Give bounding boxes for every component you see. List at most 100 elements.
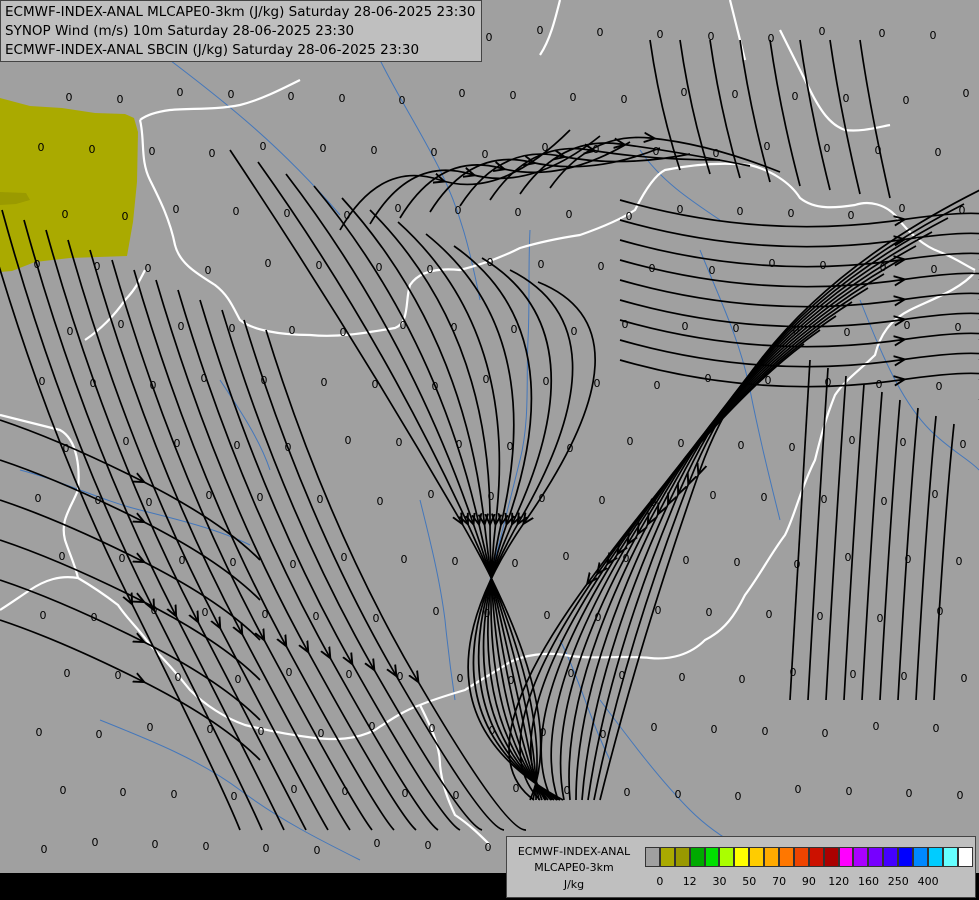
sbcin-value: 0 [453, 789, 460, 802]
sbcin-value: 0 [152, 838, 159, 851]
sbcin-value: 0 [94, 260, 101, 273]
sbcin-value: 0 [257, 491, 264, 504]
sbcin-value: 0 [683, 554, 690, 567]
sbcin-value: 0 [313, 610, 320, 623]
sbcin-value: 0 [234, 439, 241, 452]
sbcin-value: 0 [877, 612, 884, 625]
sbcin-value: 0 [681, 86, 688, 99]
sbcin-value: 0 [203, 840, 210, 853]
sbcin-value: 0 [824, 142, 831, 155]
sbcin-value: 0 [89, 143, 96, 156]
sbcin-value: 0 [372, 378, 379, 391]
sbcin-value: 0 [118, 318, 125, 331]
sbcin-value: 0 [732, 88, 739, 101]
sbcin-value: 0 [205, 264, 212, 277]
sbcin-value: 0 [903, 94, 910, 107]
sbcin-value: 0 [735, 790, 742, 803]
sbcin-value: 0 [734, 556, 741, 569]
sbcin-value: 0 [371, 144, 378, 157]
sbcin-value: 0 [369, 720, 376, 733]
sbcin-value: 0 [761, 491, 768, 504]
sbcin-value: 0 [876, 378, 883, 391]
sbcin-value: 0 [655, 604, 662, 617]
sbcin-value: 0 [738, 439, 745, 452]
sbcin-value: 0 [621, 93, 628, 106]
title-line-2: SYNOP Wind (m/s) 10m Saturday 28-06-2025… [5, 23, 355, 39]
sbcin-value: 0 [482, 148, 489, 161]
title-line-1: ECMWF-INDEX-ANAL MLCAPE0-3km (J/kg) Satu… [5, 4, 476, 20]
sbcin-value: 0 [34, 258, 41, 271]
sbcin-value: 0 [229, 322, 236, 335]
sbcin-value: 0 [598, 260, 605, 273]
legend-swatch [838, 847, 854, 867]
legend-swatch [808, 847, 824, 867]
title-line-3: ECMWF-INDEX-ANAL SBCIN (J/kg) Saturday 2… [5, 42, 420, 58]
sbcin-value: 0 [762, 725, 769, 738]
sbcin-value: 0 [178, 320, 185, 333]
legend-tick-label: 400 [917, 875, 939, 888]
sbcin-value: 0 [122, 210, 129, 223]
sbcin-value: 0 [320, 142, 327, 155]
sbcin-value: 0 [427, 263, 434, 276]
sbcin-value: 0 [289, 324, 296, 337]
sbcin-value: 0 [540, 726, 547, 739]
sbcin-value: 0 [733, 322, 740, 335]
sbcin-value: 0 [119, 552, 126, 565]
sbcin-value: 0 [538, 258, 545, 271]
sbcin-value: 0 [956, 555, 963, 568]
legend-swatch [823, 847, 839, 867]
sbcin-value: 0 [679, 671, 686, 684]
sbcin-value: 0 [486, 31, 493, 44]
legend-tick-label: 90 [801, 875, 816, 888]
sbcin-value: 0 [374, 837, 381, 850]
legend-swatch [674, 847, 690, 867]
sbcin-value: 0 [258, 725, 265, 738]
sbcin-value: 0 [793, 324, 800, 337]
sbcin-value: 0 [171, 788, 178, 801]
sbcin-value: 0 [825, 376, 832, 389]
sbcin-value: 0 [202, 606, 209, 619]
sbcin-value: 0 [875, 144, 882, 157]
sbcin-value: 0 [706, 606, 713, 619]
sbcin-value: 0 [429, 722, 436, 735]
sbcin-value: 0 [40, 609, 47, 622]
sbcin-value: 0 [457, 672, 464, 685]
sbcin-value: 0 [678, 437, 685, 450]
sbcin-value: 0 [316, 259, 323, 272]
sbcin-value: 0 [570, 91, 577, 104]
sbcin-value: 0 [594, 377, 601, 390]
sbcin-value: 0 [456, 438, 463, 451]
sbcin-value: 0 [396, 436, 403, 449]
sbcin-value: 0 [593, 143, 600, 156]
sbcin-value: 0 [849, 434, 856, 447]
sbcin-value: 0 [850, 668, 857, 681]
sbcin-value: 0 [151, 604, 158, 617]
legend-swatch [689, 847, 705, 867]
sbcin-value: 0 [451, 321, 458, 334]
sbcin-value: 0 [459, 87, 466, 100]
sbcin-value: 0 [544, 609, 551, 622]
sbcin-value: 0 [931, 263, 938, 276]
sbcin-value: 0 [64, 667, 71, 680]
sbcin-value: 0 [228, 88, 235, 101]
sbcin-value: 0 [768, 32, 775, 45]
sbcin-value: 0 [566, 208, 573, 221]
legend-swatch [883, 847, 899, 867]
sbcin-value: 0 [425, 839, 432, 852]
sbcin-value: 0 [937, 605, 944, 618]
sbcin-value: 0 [35, 492, 42, 505]
sbcin-value: 0 [284, 207, 291, 220]
sbcin-value: 0 [708, 30, 715, 43]
sbcin-value: 0 [67, 325, 74, 338]
sbcin-value: 0 [62, 208, 69, 221]
sbcin-value: 0 [567, 442, 574, 455]
sbcin-value: 0 [286, 666, 293, 679]
sbcin-value: 0 [769, 257, 776, 270]
sbcin-value: 0 [537, 24, 544, 37]
sbcin-value: 0 [207, 723, 214, 736]
sbcin-value: 0 [794, 558, 801, 571]
sbcin-value: 0 [657, 28, 664, 41]
sbcin-value: 0 [290, 558, 297, 571]
sbcin-value: 0 [880, 261, 887, 274]
sbcin-value: 0 [843, 92, 850, 105]
